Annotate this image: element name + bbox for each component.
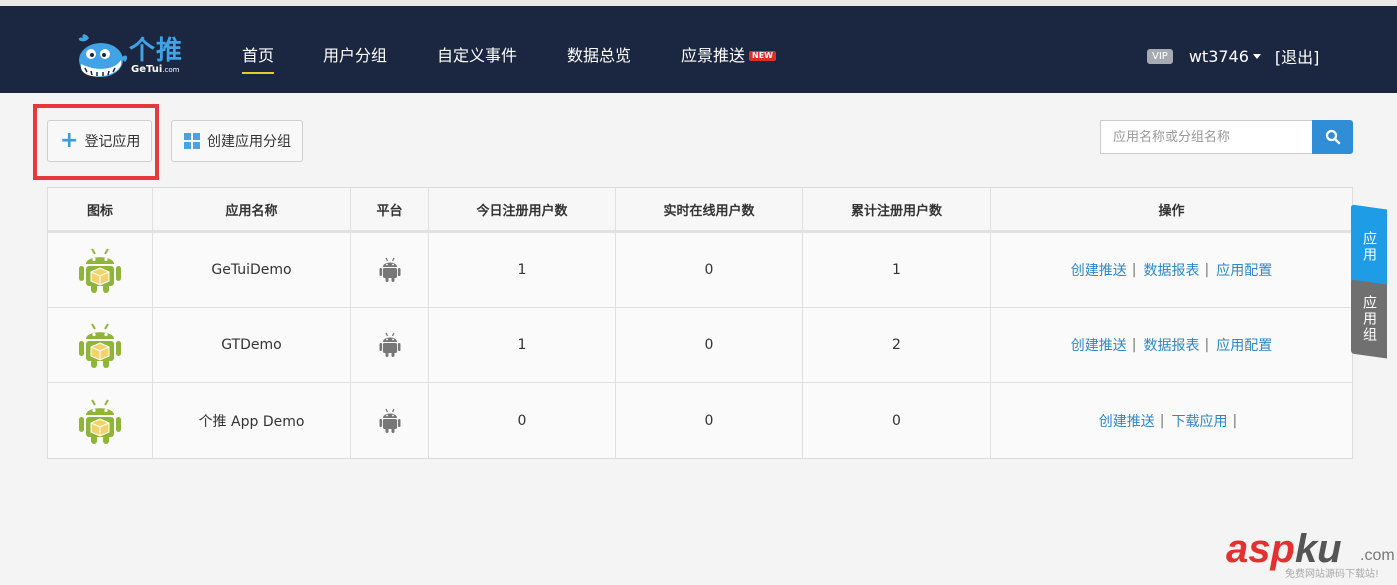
header-platform: 平台	[351, 188, 429, 230]
header-online-users: 实时在线用户数	[616, 188, 803, 230]
getui-logo[interactable]: 个推 GeTui.com	[75, 28, 190, 80]
nav-data-overview[interactable]: 数据总览	[567, 42, 631, 66]
side-tab-app-groups[interactable]: 应用组	[1351, 279, 1387, 359]
app-icon-cell	[48, 383, 153, 458]
separator: |	[1204, 262, 1210, 278]
android-app-icon[interactable]	[78, 321, 122, 369]
watermark-subtitle: 免费网站源码下载站!	[1285, 569, 1380, 580]
username-dropdown[interactable]: wt3746	[1189, 47, 1261, 66]
app-name: 个推 App Demo	[153, 383, 351, 458]
app-config-link[interactable]: 应用配置	[1216, 335, 1272, 355]
operations-cell: 创建推送 | 下载应用 |	[991, 383, 1352, 458]
platform-cell	[351, 308, 429, 382]
app-name: GeTuiDemo	[153, 233, 351, 307]
nav-scene-push-label: 应景推送	[681, 46, 746, 65]
android-icon	[379, 408, 400, 433]
download-app-link[interactable]: 下载应用	[1172, 411, 1228, 431]
vip-badge: VIP	[1147, 48, 1173, 64]
brand-en: GeTui.com	[131, 64, 180, 75]
separator: |	[1131, 262, 1137, 278]
separator: |	[1232, 412, 1238, 429]
today-registered: 0	[429, 383, 616, 458]
apps-table: 图标 应用名称 平台 今日注册用户数 实时在线用户数 累计注册用户数 操作 Ge…	[47, 187, 1353, 459]
total-registered: 1	[803, 233, 991, 307]
whale-logo-icon	[78, 34, 128, 77]
caret-down-icon	[1252, 53, 1261, 59]
android-icon	[379, 332, 400, 357]
app-name: GTDemo	[153, 308, 351, 382]
top-header: 个推 GeTui.com 首页 用户分组 自定义事件 数据总览 应景推送 NEW …	[0, 6, 1397, 93]
create-push-link[interactable]: 创建推送	[1099, 411, 1155, 431]
app-icon-cell	[48, 308, 153, 382]
header-total-registered: 累计注册用户数	[803, 188, 991, 230]
header-app-name: 应用名称	[153, 188, 351, 230]
watermark-suffix: .com	[1360, 547, 1395, 564]
nav-user-groups[interactable]: 用户分组	[323, 42, 387, 66]
logout-link[interactable]: [退出]	[1275, 44, 1320, 68]
total-registered: 0	[803, 383, 991, 458]
nav-home[interactable]: 首页	[242, 42, 275, 74]
create-push-link[interactable]: 创建推送	[1071, 260, 1127, 280]
separator: |	[1131, 337, 1137, 353]
create-push-link[interactable]: 创建推送	[1071, 335, 1127, 355]
new-badge: NEW	[749, 51, 776, 61]
table-row: GTDemo 1 0 2 创建推送 | 数据报表 | 应用配置	[48, 308, 1352, 383]
platform-cell	[351, 233, 429, 307]
app-icon-cell	[48, 233, 153, 307]
separator: |	[1159, 412, 1165, 429]
nav-custom-events[interactable]: 自定义事件	[437, 42, 517, 66]
table-row: 个推 App Demo 0 0 0 创建推送 | 下载应用 |	[48, 383, 1352, 458]
today-registered: 1	[429, 308, 616, 382]
app-config-link[interactable]: 应用配置	[1216, 260, 1272, 280]
search-icon	[1325, 129, 1340, 145]
header-operations: 操作	[1158, 203, 1185, 219]
table-header: 图标 应用名称 平台 今日注册用户数 实时在线用户数 累计注册用户数 操作	[48, 188, 1352, 233]
operations-cell: 创建推送 | 数据报表 | 应用配置	[991, 233, 1352, 307]
create-app-group-button[interactable]: 创建应用分组	[171, 120, 303, 162]
plus-icon: +	[60, 128, 79, 153]
android-icon	[379, 257, 400, 282]
online-users: 0	[616, 308, 803, 382]
data-report-link[interactable]: 数据报表	[1144, 260, 1200, 280]
total-registered: 2	[803, 308, 991, 382]
side-tab-apps-label: 应用	[1361, 231, 1377, 263]
online-users: 0	[616, 383, 803, 458]
today-registered: 1	[429, 233, 616, 307]
side-tab-apps[interactable]: 应用	[1351, 204, 1387, 290]
online-users: 0	[616, 233, 803, 307]
watermark-logo: aspku .com 免费网站源码下载站!	[1222, 527, 1397, 585]
create-app-group-label: 创建应用分组	[207, 134, 291, 150]
table-row: GeTuiDemo 1 0 1 创建推送 | 数据报表 | 应用配置	[48, 233, 1352, 308]
data-report-link[interactable]: 数据报表	[1144, 335, 1200, 355]
register-app-button[interactable]: + 登记应用	[47, 120, 152, 162]
header-today-registered: 今日注册用户数	[429, 188, 616, 230]
header-icon: 图标	[48, 188, 153, 230]
search-input[interactable]	[1100, 120, 1312, 154]
separator: |	[1204, 337, 1210, 353]
grid-icon	[184, 133, 200, 149]
operations-cell: 创建推送 | 数据报表 | 应用配置	[991, 308, 1352, 382]
nav-scene-push[interactable]: 应景推送 NEW	[681, 42, 776, 66]
register-app-label: 登记应用	[84, 134, 141, 150]
android-app-icon[interactable]	[78, 397, 122, 445]
android-app-icon[interactable]	[78, 246, 122, 294]
user-area: VIP wt3746 [退出]	[1147, 44, 1319, 68]
search-button[interactable]	[1312, 120, 1353, 154]
platform-cell	[351, 383, 429, 458]
brand-name: 个推	[129, 36, 184, 66]
side-tab-groups-label: 应用组	[1361, 295, 1377, 343]
